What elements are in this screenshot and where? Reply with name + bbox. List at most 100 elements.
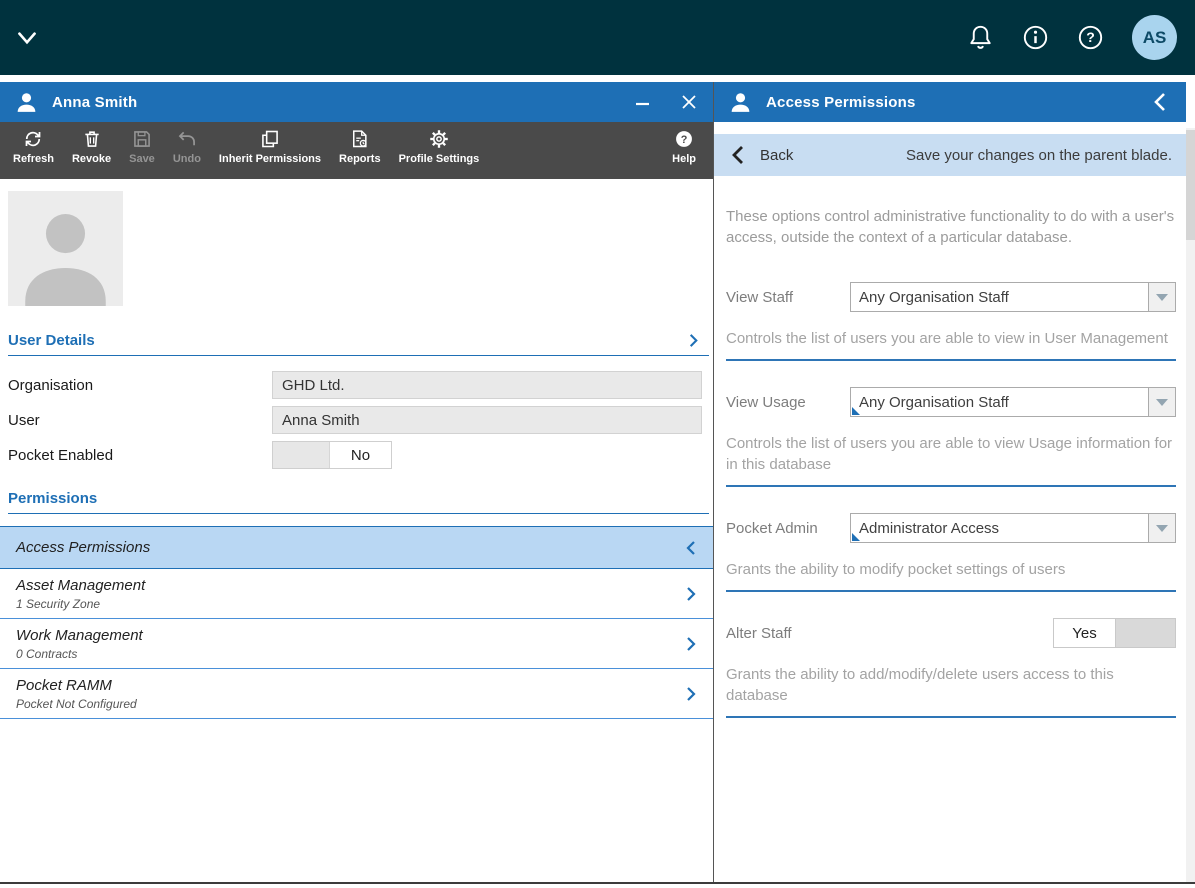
save-changes-message: Save your changes on the parent blade.: [905, 146, 1172, 164]
toolbar-button-label: Help: [672, 153, 696, 165]
toggle-knob: [1115, 619, 1175, 647]
dropdown-arrow-button[interactable]: [1148, 388, 1175, 416]
blade-gap: [0, 75, 1195, 82]
gear-icon: [429, 129, 449, 149]
section-user-details[interactable]: User Details: [8, 332, 709, 356]
user-blade-body: User Details Organisation GHD Ltd. User: [0, 179, 713, 882]
dropdown-arrow-button[interactable]: [1148, 283, 1175, 311]
blade-container: Anna Smith Refresh Revoke Save Undo Inhe…: [0, 82, 1195, 882]
field-label: Alter Staff: [726, 624, 792, 642]
scrollbar[interactable]: [1186, 82, 1195, 882]
chevron-right-icon: [686, 333, 701, 348]
field-group-view-staff: View Staff Any Organisation Staff Contro…: [726, 282, 1176, 361]
revoke-button[interactable]: Revoke: [63, 129, 120, 165]
field-label: Pocket Admin: [726, 519, 818, 537]
toggle-value: Yes: [1072, 624, 1097, 642]
access-permissions-header: Access Permissions: [714, 82, 1186, 122]
chevron-right-icon: [683, 686, 699, 702]
trash-icon: [82, 129, 102, 149]
undo-icon: [177, 129, 197, 149]
list-item-asset-management[interactable]: Asset Management 1 Security Zone: [0, 569, 713, 619]
list-item-subtitle: 1 Security Zone: [16, 596, 101, 611]
topbar-actions: ? AS: [967, 15, 1177, 60]
field-label: View Staff: [726, 288, 793, 306]
scrollbar-thumb[interactable]: [1186, 130, 1195, 240]
collapse-blade-icon[interactable]: [1150, 91, 1172, 113]
toolbar-button-label: Inherit Permissions: [218, 153, 322, 165]
modified-indicator: [852, 533, 860, 541]
report-icon: [350, 129, 370, 149]
app-window: ? AS Anna Smith Refresh Revoke Save Undo…: [0, 0, 1195, 888]
field-label: User: [8, 411, 40, 429]
dropdown-arrow-button[interactable]: [1148, 514, 1175, 542]
toolbar-button-label: Refresh: [13, 153, 54, 165]
organisation-field[interactable]: GHD Ltd.: [272, 371, 702, 399]
undo-button[interactable]: Undo: [164, 129, 210, 165]
list-item-text: Asset Management 1 Security Zone: [16, 577, 145, 611]
section-permissions: Permissions: [8, 490, 709, 514]
access-permissions-body: These options control administrative fun…: [714, 176, 1186, 882]
view-staff-dropdown[interactable]: Any Organisation Staff: [850, 282, 1176, 312]
scrollbar-track[interactable]: [1186, 128, 1195, 882]
inherit-permissions-button[interactable]: Inherit Permissions: [210, 129, 330, 165]
field-value: Anna Smith: [282, 411, 360, 429]
divider: [726, 590, 1176, 592]
person-icon: [728, 90, 753, 115]
reports-button[interactable]: Reports: [330, 129, 390, 165]
list-item-access-permissions[interactable]: Access Permissions: [0, 526, 713, 569]
field-label: Organisation: [8, 376, 94, 394]
toolbar: Refresh Revoke Save Undo Inherit Permiss…: [0, 122, 713, 179]
field-help-text: Controls the list of users you are able …: [726, 330, 1168, 347]
user-blade: Anna Smith Refresh Revoke Save Undo Inhe…: [0, 82, 714, 882]
copy-icon: [260, 129, 280, 149]
close-button[interactable]: [679, 92, 699, 112]
chevron-down-icon: [1156, 398, 1168, 406]
list-item-pocket-ramm[interactable]: Pocket RAMM Pocket Not Configured: [0, 669, 713, 719]
svg-text:?: ?: [1086, 29, 1095, 45]
field-group-pocket-admin: Pocket Admin Administrator Access Grants…: [726, 513, 1176, 592]
chevron-down-icon[interactable]: [14, 25, 40, 51]
refresh-button[interactable]: Refresh: [4, 129, 63, 165]
view-usage-dropdown[interactable]: Any Organisation Staff: [850, 387, 1176, 417]
profile-settings-button[interactable]: Profile Settings: [390, 129, 489, 165]
field-label: View Usage: [726, 393, 806, 411]
list-item-text: Work Management 0 Contracts: [16, 627, 143, 661]
notifications-bell-icon[interactable]: [967, 24, 994, 51]
blade-title: Anna Smith: [52, 93, 138, 111]
minimize-button[interactable]: [633, 92, 653, 112]
user-details-form: Organisation GHD Ltd. User Anna Smith Po…: [0, 356, 713, 480]
access-permissions-blade: Access Permissions Back Save your change…: [714, 82, 1195, 882]
list-item-work-management[interactable]: Work Management 0 Contracts: [0, 619, 713, 669]
field-help-text: Grants the ability to modify pocket sett…: [726, 561, 1066, 578]
toolbar-button-label: Revoke: [71, 153, 112, 165]
user-blade-header: Anna Smith: [0, 82, 713, 122]
field-label: Pocket Enabled: [8, 446, 114, 464]
list-item-title: Asset Management: [16, 576, 146, 594]
pocket-admin-dropdown[interactable]: Administrator Access: [850, 513, 1176, 543]
toolbar-button-label: Reports: [339, 153, 381, 165]
form-row-pocket-enabled: Pocket Enabled No: [8, 441, 705, 469]
back-button[interactable]: Back: [760, 147, 793, 164]
section-title: Permissions: [8, 490, 98, 507]
alter-staff-toggle[interactable]: Yes: [1053, 618, 1176, 648]
toggle-value: No: [350, 446, 371, 464]
avatar[interactable]: AS: [1132, 15, 1177, 60]
back-chevron-icon[interactable]: [728, 144, 750, 166]
save-button[interactable]: Save: [120, 129, 164, 165]
user-field[interactable]: Anna Smith: [272, 406, 702, 434]
topbar: ? AS: [0, 0, 1195, 75]
refresh-icon: [23, 129, 43, 149]
info-icon[interactable]: [1022, 24, 1049, 51]
chevron-down-icon: [1156, 524, 1168, 532]
dropdown-value: Administrator Access: [859, 519, 1000, 537]
form-row-user: User Anna Smith: [8, 406, 705, 434]
blade-title: Access Permissions: [766, 93, 916, 111]
modified-indicator: [852, 407, 860, 415]
pocket-enabled-toggle[interactable]: No: [272, 441, 392, 469]
section-title: User Details: [8, 332, 95, 349]
field-group-view-usage: View Usage Any Organisation Staff Contro…: [726, 387, 1176, 487]
help-button[interactable]: ? Help: [663, 129, 705, 165]
dropdown-value: Any Organisation Staff: [859, 393, 1009, 411]
list-item-text: Pocket RAMM Pocket Not Configured: [16, 677, 137, 711]
help-circle-icon[interactable]: ?: [1077, 24, 1104, 51]
